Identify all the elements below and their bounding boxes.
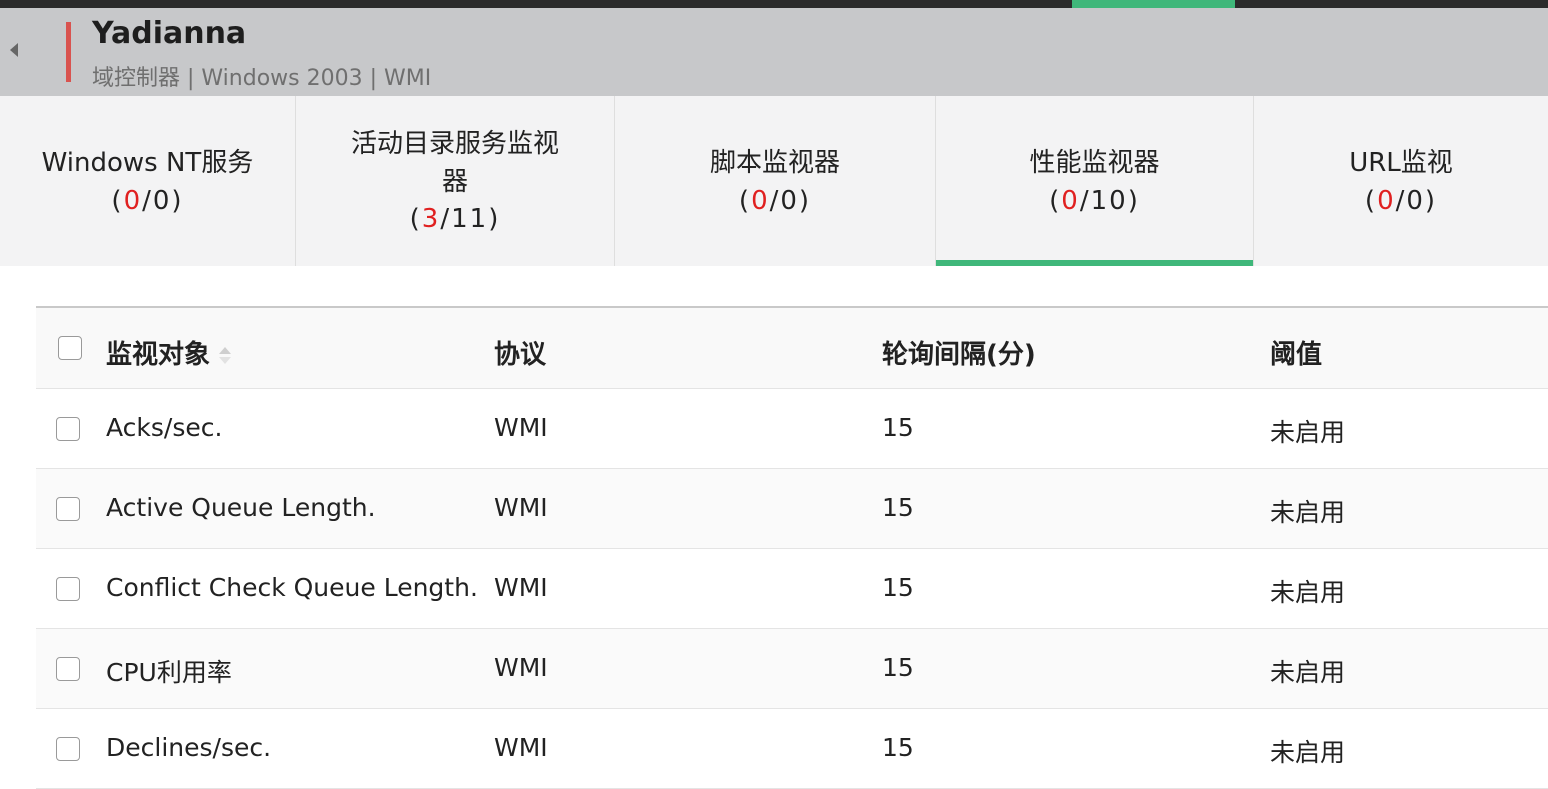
row-checkbox[interactable]: [56, 657, 80, 681]
protocol: WMI: [494, 413, 548, 442]
total-count: 0: [1406, 186, 1425, 216]
active-tab-indicator: [936, 260, 1253, 266]
column-header-monitor[interactable]: 监视对象: [106, 334, 232, 371]
row-checkbox[interactable]: [56, 737, 80, 761]
row-checkbox[interactable]: [56, 577, 80, 601]
caret-left-icon[interactable]: [4, 36, 24, 64]
monitor-name: CPU利用率: [106, 658, 232, 687]
tab-count: (3/11): [409, 204, 501, 234]
monitor-name: Acks/sec.: [106, 413, 223, 442]
table-body: Acks/sec. WMI 15 未启用 Active Queue Length…: [36, 389, 1548, 789]
threshold: 未启用: [1270, 498, 1346, 527]
threshold: 未启用: [1270, 658, 1346, 687]
tab-count: (0/10): [1049, 186, 1140, 216]
alert-count: 0: [1061, 186, 1080, 216]
alert-count: 3: [421, 204, 441, 234]
protocol: WMI: [494, 573, 548, 602]
alert-count: 0: [1377, 186, 1396, 216]
select-all-checkbox[interactable]: [58, 336, 82, 360]
monitor-name: Active Queue Length.: [106, 493, 376, 522]
total-count: 11: [451, 204, 489, 234]
tab-url-monitor[interactable]: URL监视 (0/0): [1254, 96, 1548, 266]
row-checkbox[interactable]: [56, 497, 80, 521]
tab-label: 性能监视器: [1029, 148, 1160, 178]
tab-count: (0/0): [1364, 186, 1438, 216]
tab-label: 脚本监视器: [709, 148, 840, 178]
sort-icon[interactable]: [218, 343, 232, 365]
tab-count: (0/0): [738, 186, 812, 216]
tab-label: URL监视: [1349, 148, 1453, 178]
table-row[interactable]: Active Queue Length. WMI 15 未启用: [36, 469, 1548, 549]
top-bar-accent: [1072, 0, 1235, 8]
protocol: WMI: [494, 653, 548, 682]
table-row[interactable]: Declines/sec. WMI 15 未启用: [36, 709, 1548, 789]
monitor-title: Yadianna: [92, 16, 247, 51]
monitor-subtitle: 域控制器 | Windows 2003 | WMI: [92, 66, 432, 91]
tab-active-directory-monitor[interactable]: 活动目录服务监视器 (3/11): [296, 96, 615, 266]
tab-script-monitor[interactable]: 脚本监视器 (0/0): [615, 96, 936, 266]
poll-interval: 15: [882, 493, 914, 522]
monitors-table: 监视对象 协议 轮询间隔(分) 阈值 Acks/sec. WMI 15 未启用 …: [36, 306, 1548, 789]
column-header-poll-interval: 轮询间隔(分): [882, 340, 1036, 370]
column-header-threshold: 阈值: [1270, 340, 1323, 370]
monitor-name: Conflict Check Queue Length.: [106, 573, 478, 602]
table-row[interactable]: CPU利用率 WMI 15 未启用: [36, 629, 1548, 709]
column-label: 监视对象: [106, 340, 211, 370]
tab-label: 活动目录服务监视器: [350, 129, 559, 197]
total-count: 0: [152, 186, 172, 216]
table-header: 监视对象 协议 轮询间隔(分) 阈值: [36, 306, 1548, 389]
row-checkbox[interactable]: [56, 417, 80, 441]
alert-count: 0: [123, 186, 143, 216]
poll-interval: 15: [882, 573, 914, 602]
threshold: 未启用: [1270, 738, 1346, 767]
poll-interval: 15: [882, 653, 914, 682]
table-row[interactable]: Conflict Check Queue Length. WMI 15 未启用: [36, 549, 1548, 629]
monitor-header: Yadianna 域控制器 | Windows 2003 | WMI: [0, 8, 1548, 96]
tab-performance-monitor[interactable]: 性能监视器 (0/10): [936, 96, 1254, 266]
protocol: WMI: [494, 493, 548, 522]
column-header-protocol: 协议: [494, 340, 547, 370]
tab-count: (0/0): [111, 186, 184, 216]
monitor-type-tabs: Windows NT服务 (0/0) 活动目录服务监视器 (3/11) 脚本监视…: [0, 96, 1548, 266]
tab-label: Windows NT服务: [41, 148, 254, 178]
threshold: 未启用: [1270, 418, 1346, 447]
total-count: 10: [1090, 186, 1128, 216]
table-row[interactable]: Acks/sec. WMI 15 未启用: [36, 389, 1548, 469]
top-bar: [0, 0, 1548, 8]
total-count: 0: [780, 186, 799, 216]
status-indicator-bar: [66, 22, 71, 82]
alert-count: 0: [751, 186, 770, 216]
tab-windows-nt-service[interactable]: Windows NT服务 (0/0): [0, 96, 296, 266]
threshold: 未启用: [1270, 578, 1346, 607]
poll-interval: 15: [882, 413, 914, 442]
